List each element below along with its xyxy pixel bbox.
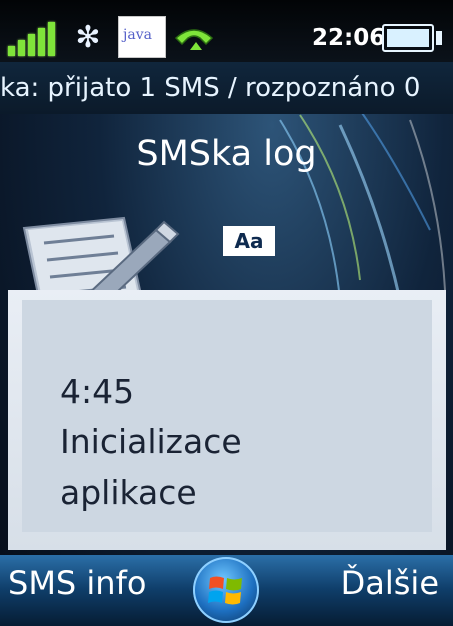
- windows-start-icon: [208, 576, 242, 605]
- battery-icon: [382, 24, 434, 52]
- log-message-line-2: aplikace: [60, 473, 197, 512]
- battery-level: [387, 29, 429, 47]
- java-label: java: [123, 27, 152, 43]
- app-title: SMSka log: [136, 134, 317, 174]
- bluetooth-icon: ✻: [75, 20, 101, 55]
- log-time: 4:45: [60, 372, 135, 411]
- phone-screen: ✻ java 22:06 ka: přijato 1 SMS / rozpozn…: [0, 0, 453, 626]
- windows-start-button[interactable]: [193, 557, 259, 623]
- sms-info-softkey[interactable]: SMS info: [8, 561, 146, 605]
- battery-terminal: [436, 31, 442, 45]
- java-app-icon: java: [118, 16, 166, 58]
- phone-call-icon: [174, 29, 214, 50]
- signal-strength-icon: [8, 20, 60, 56]
- clock: 22:06: [312, 25, 386, 51]
- log-message-line-1: Inicializace: [60, 422, 242, 461]
- font-size-badge[interactable]: Aa: [223, 226, 275, 256]
- status-ticker: ka: přijato 1 SMS / rozpoznáno 0: [0, 62, 453, 114]
- more-softkey[interactable]: Ďalšie: [341, 561, 439, 605]
- status-bar: ✻ java 22:06: [0, 0, 453, 62]
- ticker-text: ka: přijato 1 SMS / rozpoznáno 0: [0, 73, 421, 103]
